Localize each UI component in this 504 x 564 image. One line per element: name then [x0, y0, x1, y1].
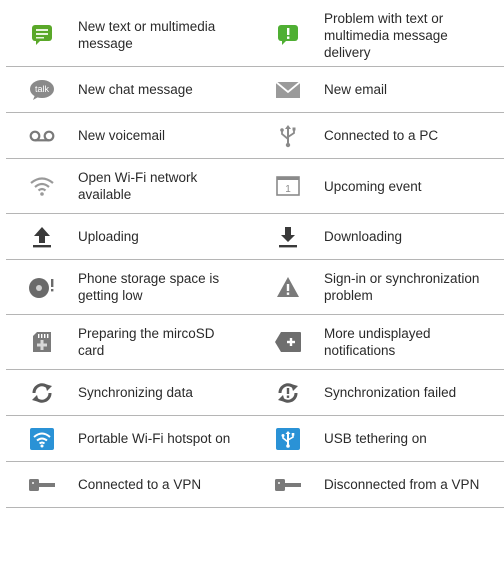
email-envelope-icon [252, 80, 324, 99]
table-cell: talk New chat message [6, 67, 252, 112]
wifi-hotspot-icon [6, 427, 78, 450]
icon-description: Connected to a VPN [78, 477, 202, 492]
table-row: Phone storage space is getting low Sign-… [6, 260, 504, 315]
table-cell: Portable Wi-Fi hotspot on [6, 416, 252, 461]
open-wifi-icon [6, 176, 78, 196]
icon-description: New email [324, 82, 388, 97]
icon-description: Phone storage space is getting low [78, 271, 220, 303]
table-cell: Problem with text or multimedia message … [252, 4, 496, 66]
icon-description: Upcoming event [324, 178, 422, 194]
icon-description: Downloading [324, 229, 403, 244]
table-cell: Synchronization failed [252, 370, 496, 415]
icon-description: More undisplayed notifications [324, 326, 431, 358]
table-cell: Preparing the mircoSD card [6, 315, 252, 369]
icon-description: Synchronizing data [78, 385, 193, 400]
table-row: Preparing the mircoSD card More undispla… [6, 315, 504, 370]
table-cell: New text or multimedia message [6, 4, 252, 66]
table-cell: 1 Upcoming event [252, 159, 496, 213]
icon-description: Connected to a PC [324, 128, 439, 143]
table-cell: Downloading [252, 214, 496, 259]
table-row: New text or multimedia message Problem w… [6, 4, 504, 67]
table-row: New voicemail Connected to a PC [6, 113, 504, 159]
table-row: talk New chat message New email [6, 67, 504, 113]
icon-description: Disconnected from a VPN [324, 477, 480, 492]
table-cell: New voicemail [6, 113, 252, 158]
sync-icon [6, 382, 78, 404]
new-message-icon [6, 24, 78, 46]
table-cell: Disconnected from a VPN [252, 462, 496, 507]
icon-description: Synchronization failed [324, 385, 457, 400]
notification-icons-table: New text or multimedia message Problem w… [6, 4, 504, 508]
table-row: Portable Wi-Fi hotspot on USB tethering … [6, 416, 504, 462]
table-row: Connected to a VPN Disconnected from a V… [6, 462, 504, 508]
table-row: Open Wi-Fi network available 1 Upcoming … [6, 159, 504, 214]
table-cell: More undisplayed notifications [252, 315, 496, 369]
table-row: Uploading Downloading [6, 214, 504, 260]
calendar-icon: 1 [252, 176, 324, 196]
download-arrow-icon [252, 226, 324, 248]
usb-tethering-icon [252, 427, 324, 450]
table-cell: Phone storage space is getting low [6, 260, 252, 314]
icon-description: New chat message [78, 82, 193, 97]
table-cell: Connected to a PC [252, 113, 496, 158]
sync-failed-icon [252, 382, 324, 404]
table-row: Synchronizing data Synchronization faile… [6, 370, 504, 416]
svg-text:talk: talk [35, 84, 50, 94]
message-error-icon [252, 24, 324, 46]
table-cell: Uploading [6, 214, 252, 259]
svg-text:1: 1 [285, 184, 291, 195]
more-notifications-icon [252, 331, 324, 353]
table-cell: USB tethering on [252, 416, 496, 461]
icon-description: Sign-in or synchronization problem [324, 271, 480, 303]
table-cell: Synchronizing data [6, 370, 252, 415]
upload-arrow-icon [6, 226, 78, 248]
table-cell: Connected to a VPN [6, 462, 252, 507]
table-cell: New email [252, 67, 496, 112]
icon-description: Problem with text or multimedia message … [324, 10, 448, 60]
icon-description: USB tethering on [324, 431, 427, 446]
icon-description: Uploading [78, 229, 139, 244]
sd-card-icon [6, 331, 78, 353]
usb-icon [252, 124, 324, 148]
voicemail-icon [6, 129, 78, 143]
table-cell: Open Wi-Fi network available [6, 159, 252, 213]
icon-description: New voicemail [78, 128, 166, 143]
vpn-key-icon [6, 477, 78, 493]
icon-description: Portable Wi-Fi hotspot on [78, 431, 231, 446]
icon-description: Open Wi-Fi network available [78, 170, 198, 202]
icon-description: New text or multimedia message [78, 19, 216, 51]
vpn-key-disconnected-icon [252, 477, 324, 493]
storage-low-icon [6, 275, 78, 299]
talk-chat-icon: talk [6, 79, 78, 101]
icon-description: Preparing the mircoSD card [78, 326, 215, 358]
table-cell: Sign-in or synchronization problem [252, 260, 496, 314]
warning-triangle-icon [252, 276, 324, 298]
